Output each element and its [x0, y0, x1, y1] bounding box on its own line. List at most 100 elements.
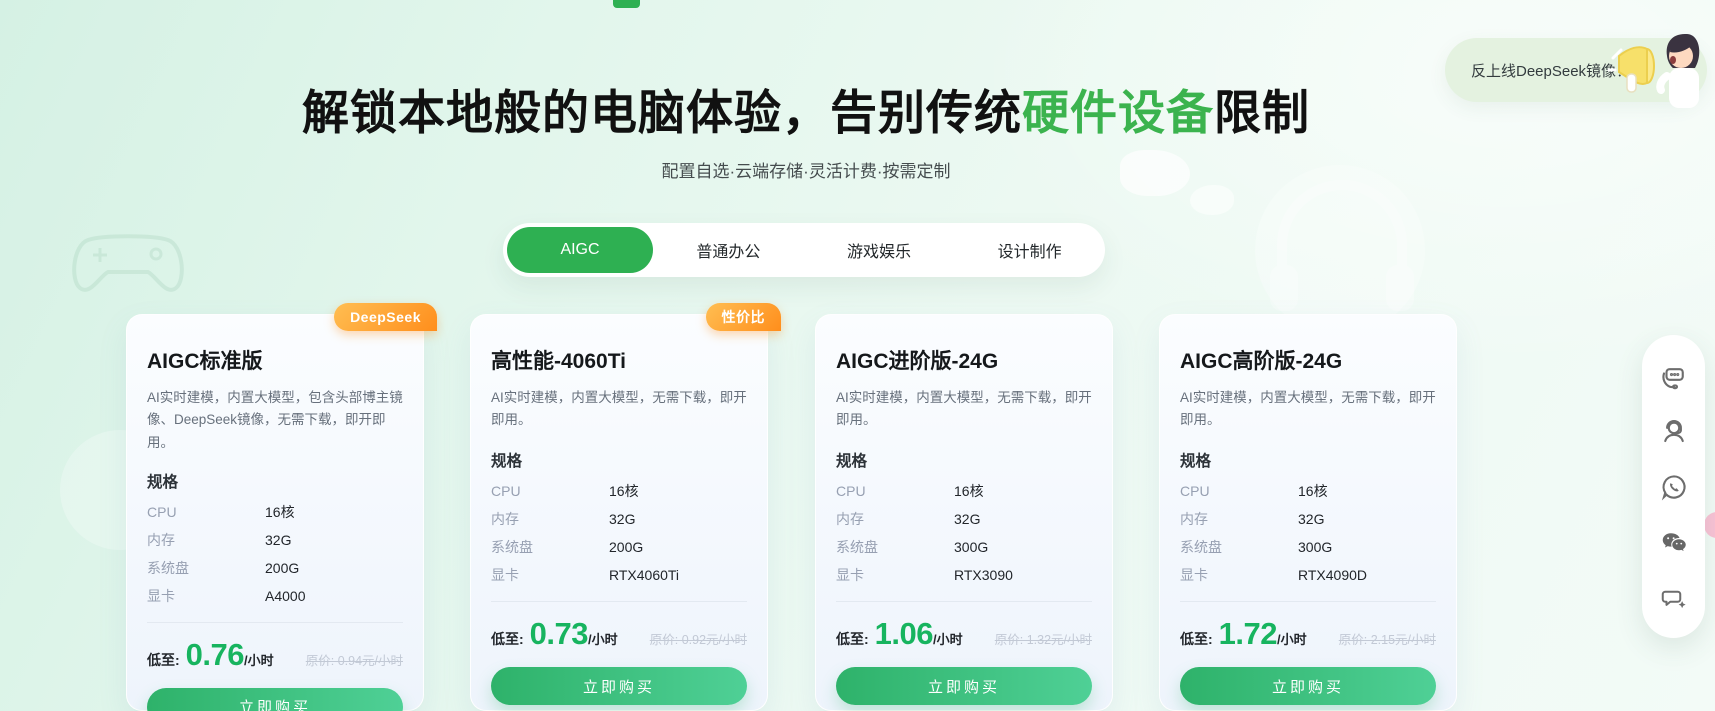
spec-value: 32G	[609, 511, 636, 527]
gamepad-illustration	[72, 234, 184, 292]
spec-value: A4000	[265, 587, 306, 604]
spec-label: 显卡	[1180, 567, 1208, 583]
spec-value: 16核	[954, 483, 984, 499]
price-unit: /小时	[588, 632, 618, 647]
spec-row-disk: 系统盘 200G	[147, 554, 403, 582]
price-prefix: 低至:	[1180, 631, 1213, 647]
price-prefix: 低至:	[491, 631, 524, 647]
buy-now-button[interactable]: 立即购买	[1180, 667, 1436, 705]
plan-card-4060ti[interactable]: 性价比 高性能-4060Ti AI实时建模，内置大模型，无需下载，即开即用。 规…	[470, 303, 781, 711]
spec-row-gpu: 显卡 A4000	[147, 582, 403, 610]
spec-label: 内存	[836, 511, 864, 527]
floating-contact-toolbar	[1642, 335, 1705, 638]
plan-title: AIGC标准版	[147, 350, 263, 373]
spec-row-cpu: CPU 16核	[836, 477, 1092, 505]
spec-heading: 规格	[147, 473, 179, 491]
online-service-chat-icon[interactable]	[1659, 361, 1689, 391]
buy-now-button[interactable]: 立即购买	[836, 667, 1092, 705]
category-tabbar: AIGC 普通办公 游戏娱乐 设计制作	[503, 223, 1105, 277]
page-title-suffix: 限制	[1214, 86, 1310, 139]
background-blob	[1190, 185, 1234, 215]
decorative-pink-dot	[1704, 512, 1715, 538]
wechat-icon[interactable]	[1659, 527, 1689, 557]
plan-card-aigc-advanced[interactable]: AIGC进阶版-24G AI实时建模，内置大模型，无需下载，即开即用。 规格 C…	[815, 314, 1113, 711]
hero-section: 解锁本地般的电脑体验，告别传统硬件设备限制 配置自选·云端存储·灵活计费·按需定…	[0, 0, 1612, 182]
spec-value: 16核	[1298, 483, 1328, 499]
buy-now-button[interactable]: 立即购买	[491, 667, 747, 705]
tab-design[interactable]: 设计制作	[954, 238, 1105, 262]
spec-row-gpu: 显卡 RTX3090	[836, 561, 1092, 589]
plan-description: AI实时建模，内置大模型，包含头部博主镜像、DeepSeek镜像，无需下载，即开…	[147, 390, 403, 450]
buy-now-button[interactable]: 立即购买	[147, 687, 403, 711]
spec-label: CPU	[147, 503, 177, 520]
divider	[836, 601, 1092, 602]
spec-value: 300G	[954, 539, 989, 555]
price-value: 1.06	[874, 616, 934, 651]
spec-heading: 规格	[1180, 453, 1212, 470]
price-row: 低至: 0.73 /小时 原价: 0.92元/小时	[491, 616, 747, 652]
page-subtitle: 配置自选·云端存储·灵活计费·按需定制	[661, 161, 951, 181]
plan-title: AIGC进阶版-24G	[836, 350, 999, 373]
price-unit: /小时	[1277, 632, 1307, 647]
spec-label: 内存	[491, 511, 519, 527]
deepseek-notice-banner[interactable]: 反上线DeepSeek镜像！	[1445, 34, 1707, 108]
plan-title: AIGC高阶版-24G	[1180, 350, 1343, 373]
price-unit: /小时	[244, 652, 274, 668]
spec-value: 16核	[265, 503, 295, 520]
spec-row-gpu: 显卡 RTX4060Ti	[491, 561, 747, 589]
feedback-chat-icon[interactable]	[1659, 583, 1689, 613]
divider	[147, 621, 403, 623]
pricing-page: 解锁本地般的电脑体验，告别传统硬件设备限制 配置自选·云端存储·灵活计费·按需定…	[0, 0, 1715, 711]
spec-row-cpu: CPU 16核	[1180, 477, 1436, 505]
deepseek-badge: DeepSeek	[334, 303, 437, 331]
value-badge: 性价比	[705, 303, 781, 331]
spec-value: 32G	[1298, 511, 1325, 527]
spec-label: CPU	[491, 483, 521, 499]
tab-aigc[interactable]: AIGC	[507, 227, 653, 273]
headphones-illustration	[1270, 180, 1414, 311]
price-prefix: 低至:	[147, 651, 180, 668]
page-title: 解锁本地般的电脑体验，告别传统硬件设备限制	[0, 0, 1612, 143]
spec-value: RTX4090D	[1298, 567, 1368, 583]
plan-title: 高性能-4060Ti	[491, 350, 626, 373]
spec-label: 系统盘	[836, 539, 878, 555]
spec-heading: 规格	[836, 453, 868, 470]
plan-card-aigc-standard[interactable]: DeepSeek AIGC标准版 AI实时建模，内置大模型，包含头部博主镜像、D…	[126, 303, 437, 711]
spec-label: CPU	[836, 483, 866, 499]
spec-row-gpu: 显卡 RTX4090D	[1180, 561, 1436, 589]
price-unit: /小时	[933, 632, 963, 647]
price-prefix: 低至:	[836, 631, 869, 647]
tab-office[interactable]: 普通办公	[653, 238, 804, 262]
price-value: 1.72	[1218, 616, 1278, 651]
spec-value: 16核	[609, 483, 639, 499]
spec-value: RTX4060Ti	[609, 567, 680, 583]
spec-label: 系统盘	[491, 539, 533, 555]
spec-value: RTX3090	[954, 567, 1013, 583]
spec-heading: 规格	[491, 453, 523, 470]
spec-value: 32G	[265, 531, 292, 548]
spec-row-cpu: CPU 16核	[147, 498, 403, 526]
spec-label: 内存	[147, 531, 175, 548]
spec-row-disk: 系统盘 300G	[1180, 533, 1436, 561]
original-price: 原价: 0.92元/小时	[649, 633, 747, 647]
plan-card-aigc-premium[interactable]: AIGC高阶版-24G AI实时建模，内置大模型，无需下载，即开即用。 规格 C…	[1159, 314, 1457, 711]
price-row: 低至: 0.76 /小时 原价: 0.94元/小时	[147, 637, 403, 673]
phone-contact-icon[interactable]	[1659, 472, 1689, 502]
spec-value: 200G	[265, 559, 300, 576]
plan-description: AI实时建模，内置大模型，无需下载，即开即用。	[836, 390, 1092, 428]
spec-row-disk: 系统盘 300G	[836, 533, 1092, 561]
plan-description: AI实时建模，内置大模型，无需下载，即开即用。	[1180, 390, 1436, 428]
price-value: 0.73	[529, 616, 589, 651]
tab-gaming[interactable]: 游戏娱乐	[804, 238, 955, 262]
spec-value: 32G	[954, 511, 981, 527]
spec-row-memory: 内存 32G	[147, 526, 403, 554]
spec-row-cpu: CPU 16核	[491, 477, 747, 505]
spec-value: 200G	[609, 539, 644, 555]
spec-row-disk: 系统盘 200G	[491, 533, 747, 561]
spec-label: 内存	[1180, 511, 1208, 527]
human-agent-icon[interactable]	[1659, 416, 1689, 446]
spec-label: 显卡	[836, 567, 864, 583]
spec-label: 系统盘	[1180, 539, 1222, 555]
spec-label: CPU	[1180, 483, 1210, 499]
spec-row-memory: 内存 32G	[491, 505, 747, 533]
